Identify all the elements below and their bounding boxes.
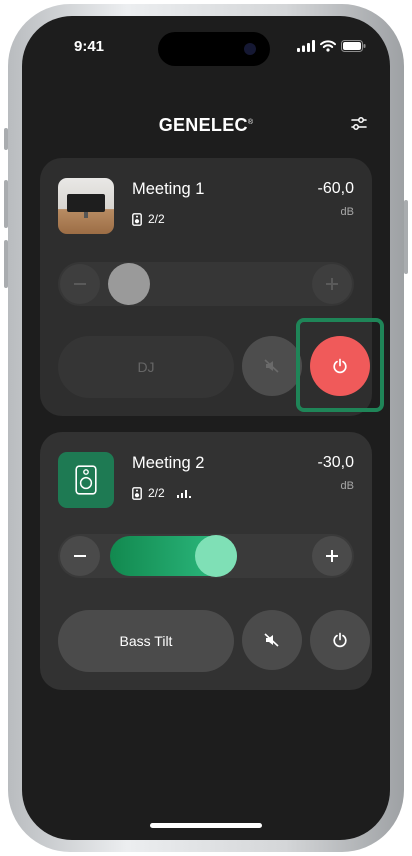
dynamic-island bbox=[158, 32, 270, 66]
speaker-count: 2/2 bbox=[132, 212, 165, 226]
settings-sliders-icon[interactable] bbox=[350, 116, 368, 132]
volume-down-button bbox=[4, 240, 8, 288]
volume-thumb[interactable] bbox=[108, 263, 150, 305]
power-icon bbox=[333, 632, 347, 648]
minus-icon bbox=[74, 555, 86, 557]
speaker-icon bbox=[132, 486, 142, 500]
plus-icon bbox=[326, 278, 338, 290]
mute-icon bbox=[264, 633, 279, 647]
highlight-box bbox=[296, 318, 384, 412]
level-unit: dB bbox=[340, 480, 354, 492]
minus-icon bbox=[74, 283, 86, 285]
battery-icon bbox=[341, 40, 366, 52]
side-button bbox=[404, 200, 408, 274]
genelec-logo: GENELEC® bbox=[22, 115, 390, 136]
room-photo bbox=[58, 178, 114, 234]
status-time: 9:41 bbox=[74, 38, 105, 55]
speaker-icon bbox=[75, 465, 97, 495]
volume-slider[interactable] bbox=[58, 534, 354, 578]
level-value: -30,0 bbox=[317, 454, 354, 471]
front-camera bbox=[244, 43, 256, 55]
mute-button[interactable] bbox=[242, 336, 302, 396]
speaker-icon bbox=[132, 212, 142, 226]
mute-button[interactable] bbox=[242, 610, 302, 670]
volume-up-button bbox=[4, 180, 8, 228]
speaker-count-label: 2/2 bbox=[148, 212, 165, 226]
mute-icon bbox=[264, 359, 279, 373]
volume-up-button[interactable] bbox=[312, 536, 352, 576]
plus-icon bbox=[326, 550, 338, 562]
level-value: -60,0 bbox=[317, 180, 354, 197]
power-button[interactable] bbox=[310, 610, 370, 670]
app-screen: 9:41 GENELEC® Meeting 1 2/2 -60,0 dB DJ … bbox=[22, 16, 390, 840]
volume-thumb[interactable] bbox=[195, 535, 237, 577]
brand-name: GENELEC bbox=[158, 115, 248, 135]
volume-up-button[interactable] bbox=[312, 264, 352, 304]
cellular-signal-icon bbox=[297, 40, 315, 52]
brand-mark: ® bbox=[247, 119, 254, 126]
speaker-thumbnail bbox=[58, 452, 114, 508]
room-name: Meeting 2 bbox=[132, 454, 205, 472]
volume-slider[interactable] bbox=[58, 262, 354, 306]
status-icons bbox=[297, 40, 366, 52]
room-card-meeting-2[interactable]: Meeting 2 2/2 -30,0 dB Bass Tilt bbox=[40, 432, 372, 690]
action-button bbox=[4, 128, 8, 150]
bass-tilt-button[interactable]: Bass Tilt bbox=[58, 610, 234, 672]
level-unit: dB bbox=[340, 206, 354, 218]
volume-down-button[interactable] bbox=[60, 536, 100, 576]
speaker-count: 2/2 bbox=[132, 486, 191, 500]
wifi-icon bbox=[320, 40, 336, 52]
mode-button[interactable]: DJ bbox=[58, 336, 234, 398]
speaker-count-label: 2/2 bbox=[148, 486, 165, 500]
home-indicator[interactable] bbox=[150, 823, 262, 828]
volume-down-button[interactable] bbox=[60, 264, 100, 304]
room-name: Meeting 1 bbox=[132, 180, 205, 198]
room-card-meeting-1[interactable]: Meeting 1 2/2 -60,0 dB DJ bbox=[40, 158, 384, 416]
signal-bars-icon bbox=[176, 490, 191, 498]
